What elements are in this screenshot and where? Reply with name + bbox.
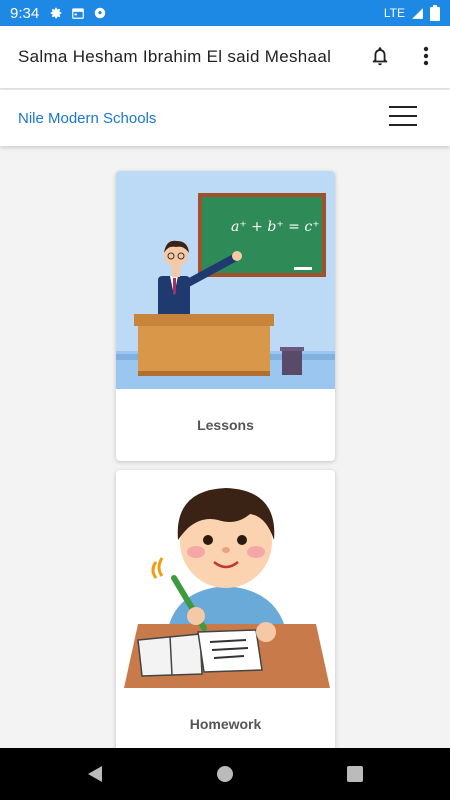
teacher-illustration: a⁺ + b⁺ = c⁺	[116, 171, 335, 389]
school-name-link[interactable]: Nile Modern Schools	[18, 110, 156, 127]
app-bar: Salma Hesham Ibrahim El said Meshaal	[0, 26, 450, 88]
home-icon[interactable]	[216, 765, 234, 783]
lessons-label: Lessons	[197, 417, 254, 433]
more-vert-icon[interactable]	[418, 44, 434, 68]
lessons-card[interactable]: a⁺ + b⁺ = c⁺ Lessons	[116, 171, 335, 461]
network-type: LTE	[383, 6, 405, 20]
back-icon[interactable]	[86, 765, 104, 783]
homework-illustration	[116, 470, 335, 688]
bell-icon[interactable]	[369, 44, 391, 68]
status-bar: 9:34 LTE	[0, 0, 450, 26]
homework-label: Homework	[189, 716, 262, 732]
student-name-title: Salma Hesham Ibrahim El said Meshaal	[18, 47, 332, 66]
system-nav-bar	[0, 748, 450, 800]
homework-card[interactable]: Homework	[116, 470, 335, 748]
battery-icon	[430, 5, 440, 21]
soccer-ball-icon	[94, 7, 106, 19]
gear-icon	[50, 7, 62, 19]
school-bar: Nile Modern Schools	[0, 90, 450, 146]
board-equation: a⁺ + b⁺ = c⁺	[231, 219, 320, 235]
main-content: a⁺ + b⁺ = c⁺ Lessons Homework	[0, 146, 450, 748]
status-time: 9:34	[10, 4, 40, 22]
signal-icon	[412, 7, 423, 19]
calendar-icon	[72, 8, 85, 19]
hamburger-icon[interactable]	[389, 106, 417, 128]
recents-icon[interactable]	[346, 765, 364, 783]
